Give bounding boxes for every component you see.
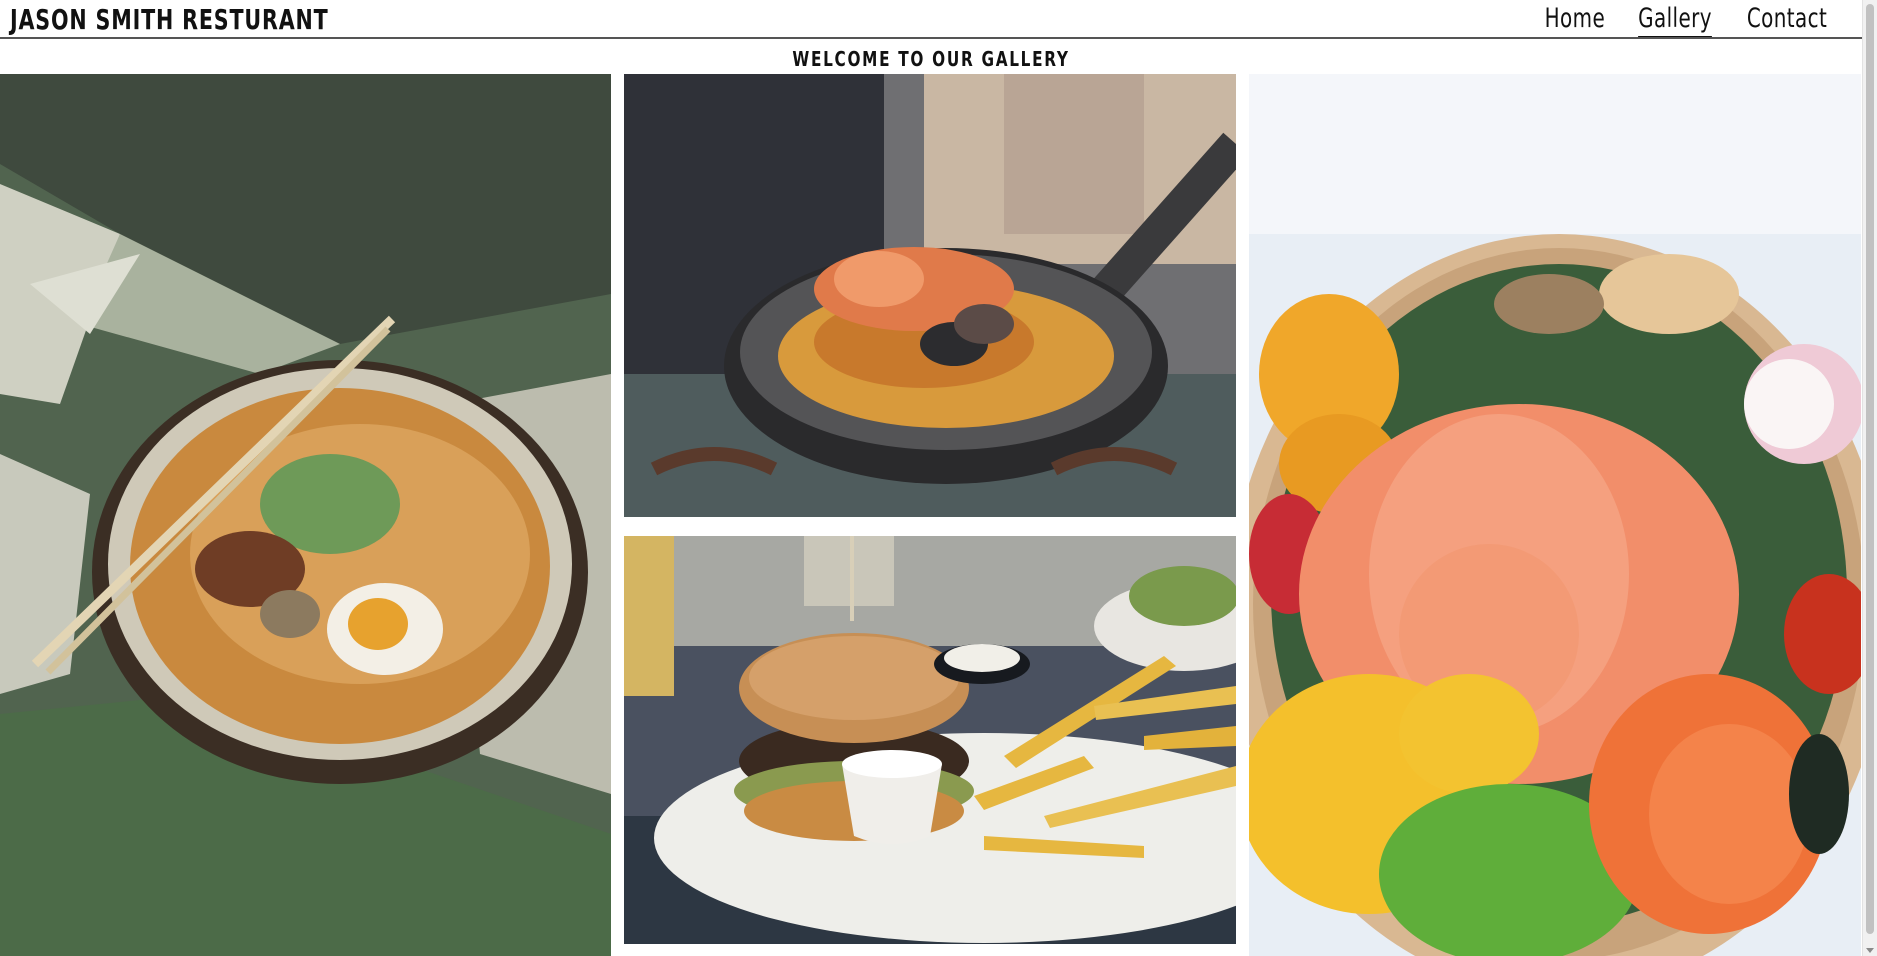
gallery-heading: WELCOME TO OUR GALLERY [792,47,1070,71]
gallery-image-burger-fries [624,536,1236,944]
page-scrollbar[interactable] [1862,0,1877,956]
gallery-image-ramen-bowl [0,74,611,956]
scrollbar-thumb[interactable] [1866,4,1874,934]
scroll-down-arrow-icon[interactable] [1866,948,1874,953]
nav-link-gallery[interactable]: Gallery [1638,3,1712,37]
site-brand[interactable]: JASON SMITH RESTURANT [10,3,329,36]
nav-link-contact[interactable]: Contact [1747,3,1827,37]
top-navigation-bar: JASON SMITH RESTURANT Home Gallery Conta… [0,0,1862,39]
gallery-image-paella [624,74,1236,517]
gallery-image-poke-bowl [1249,74,1861,956]
main-nav: Home Gallery Contact [1538,3,1836,37]
nav-link-home[interactable]: Home [1545,3,1605,37]
